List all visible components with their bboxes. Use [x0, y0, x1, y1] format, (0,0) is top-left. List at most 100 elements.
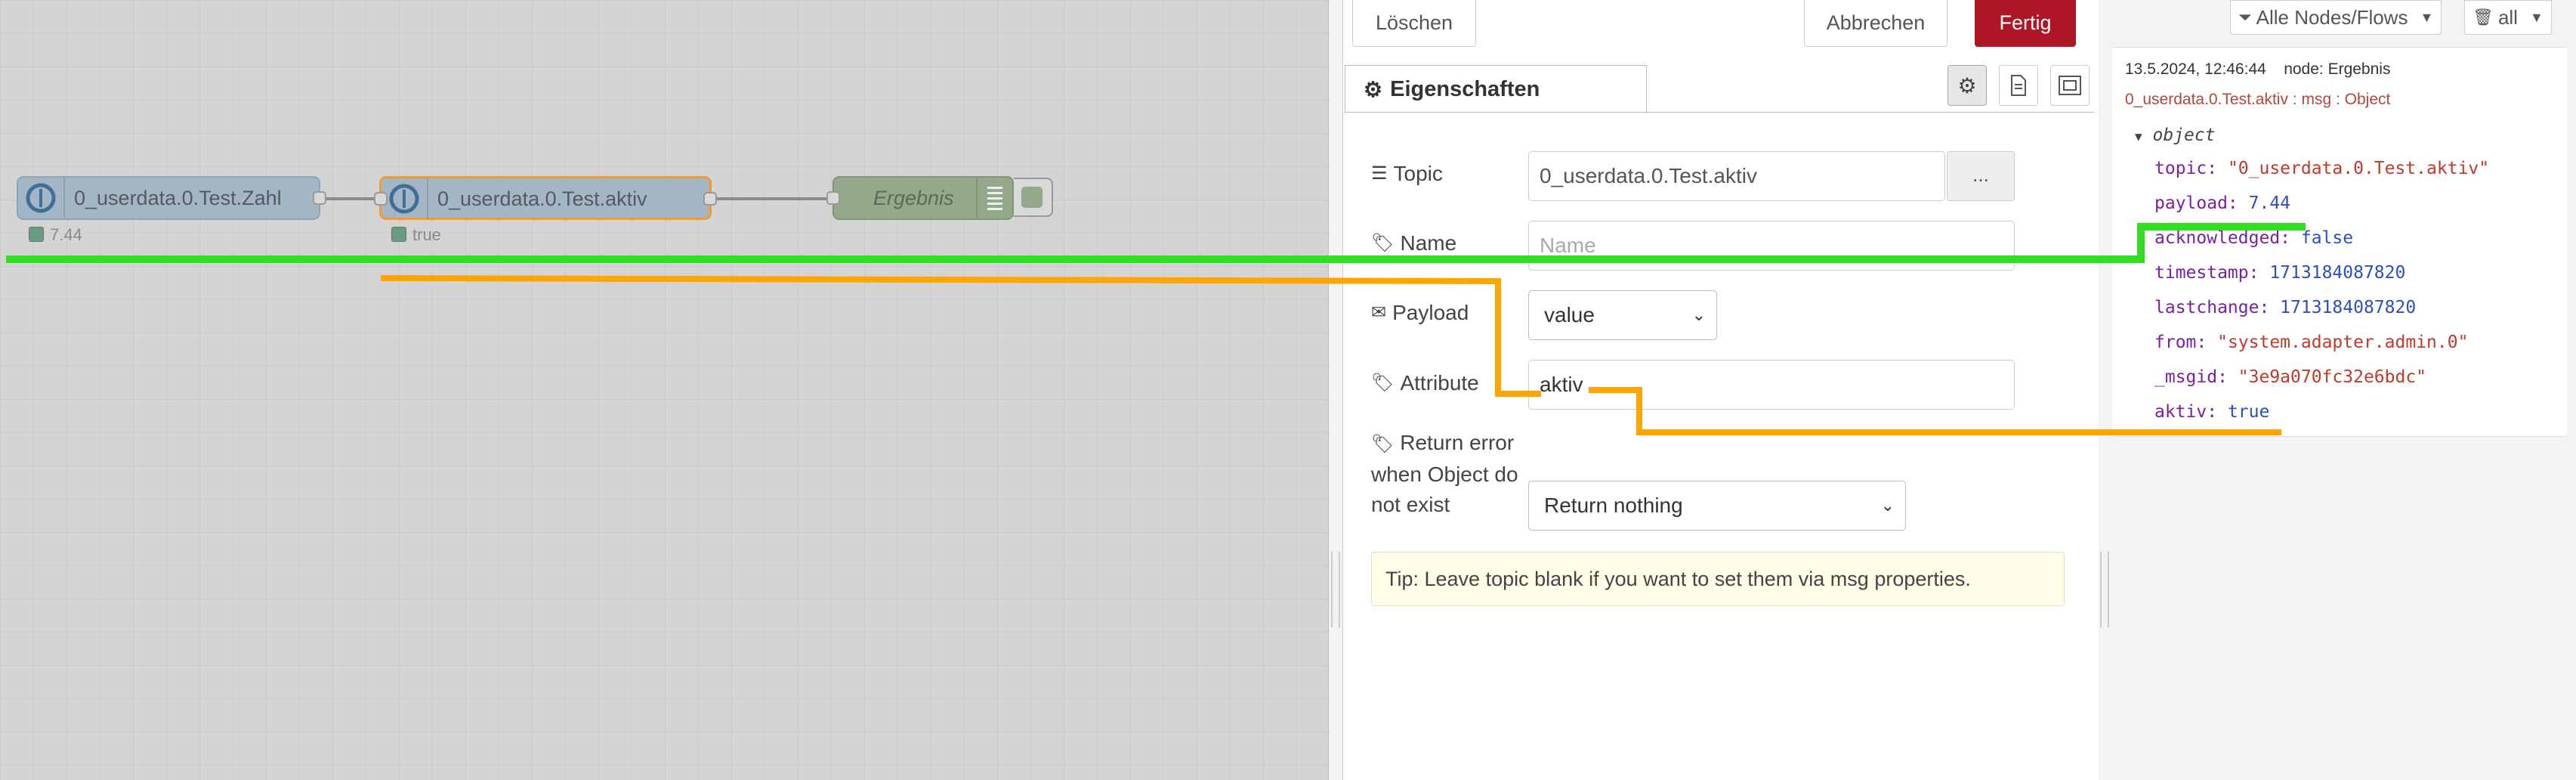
attribute-label-row: 🏷 Attribute — [1371, 368, 1479, 398]
payload-select-value: value — [1544, 303, 1595, 327]
node-status: true — [412, 225, 441, 244]
tab-label: Eigenschaften — [1390, 77, 1540, 101]
done-button[interactable]: Fertig — [1975, 0, 2076, 47]
object-property[interactable]: acknowledged: false — [2154, 228, 2353, 248]
return-error-select[interactable]: Return nothing ⌄ — [1528, 481, 1906, 531]
filter-label: Alle Nodes/Flows — [2256, 5, 2408, 29]
settings-tab-button[interactable]: ⚙ — [1947, 65, 1987, 106]
flow-canvas[interactable]: 0_userdata.0.Test.Zahl 7.44 0_userdata.0… — [0, 0, 1328, 780]
return-error-select-value: Return nothing — [1544, 494, 1683, 517]
sidebar-resize-handle[interactable] — [2100, 552, 2109, 627]
object-tree-root[interactable]: ▼ object — [2135, 125, 2216, 145]
attribute-input[interactable]: aktiv — [1528, 360, 2015, 410]
return-error-line-1: Return error — [1400, 431, 1515, 454]
property-value: true — [2227, 402, 2270, 422]
property-key: from: — [2154, 333, 2218, 352]
property-key: payload: — [2154, 193, 2249, 213]
caret-down-icon: ▼ — [2135, 129, 2142, 144]
description-tab-button[interactable] — [1999, 65, 2038, 106]
property-key: lastchange: — [2154, 298, 2281, 317]
output-port[interactable] — [703, 192, 717, 206]
appearance-tab-button[interactable] — [2050, 65, 2090, 106]
payload-label-row: ✉ Payload — [1371, 298, 1469, 328]
property-key: topic: — [2154, 159, 2228, 178]
property-value: 1713184087820 — [2269, 263, 2406, 283]
debug-list-icon — [976, 178, 1012, 218]
status-dot — [391, 227, 406, 242]
filter-nodes-button[interactable]: ⏷ Alle Nodes/Flows ▼ — [2230, 0, 2442, 35]
property-value: 7.44 — [2248, 193, 2291, 213]
output-port[interactable] — [313, 191, 326, 205]
return-error-label: 🏷 Return error when Object do not exist — [1371, 428, 1518, 520]
attribute-label: Attribute — [1400, 371, 1479, 395]
name-label: Name — [1400, 231, 1457, 255]
object-property[interactable]: timestamp: 1713184087820 — [2154, 263, 2405, 283]
object-type: object — [2152, 125, 2216, 145]
cancel-button[interactable]: Abbrechen — [1804, 0, 1947, 47]
wire-zahl-aktiv[interactable] — [325, 197, 375, 200]
property-value: "system.adapter.admin.0" — [2217, 333, 2469, 352]
list-icon: ☰ — [1371, 163, 1388, 184]
return-error-line-3: not exist — [1371, 493, 1450, 516]
property-key: acknowledged: — [2154, 228, 2301, 248]
topic-label: Topic — [1393, 162, 1443, 185]
property-key: aktiv: — [2154, 402, 2228, 422]
flow-node-ergebnis[interactable]: Ergebnis — [826, 176, 1014, 220]
object-property[interactable]: aktiv: true — [2154, 402, 2269, 422]
node-label: 0_userdata.0.Test.aktiv — [437, 187, 647, 210]
chevron-down-icon: ⌄ — [1691, 305, 1706, 324]
debug-message-header: 13.5.2024, 12:46:44 node: Ergebnis — [2125, 60, 2390, 79]
node-label: Ergebnis — [873, 187, 954, 209]
object-property[interactable]: payload: 7.44 — [2154, 193, 2290, 213]
clear-label: all — [2497, 5, 2518, 29]
editor-resize-handle[interactable] — [1331, 552, 1340, 627]
delete-button[interactable]: Löschen — [1352, 0, 1476, 47]
gear-icon: ⚙ — [1957, 73, 1977, 98]
debug-toggle-button[interactable] — [1014, 178, 1053, 217]
topic-input[interactable]: 0_userdata.0.Test.aktiv — [1528, 151, 1945, 201]
chevron-down-icon: ⌄ — [1880, 496, 1895, 515]
iobroker-icon — [26, 183, 56, 213]
appearance-icon — [2059, 76, 2081, 95]
message-timestamp: 13.5.2024, 12:46:44 — [2125, 60, 2266, 78]
clear-messages-button[interactable]: 🗑 all ▼ — [2464, 0, 2552, 35]
document-icon — [2011, 75, 2026, 96]
payload-select[interactable]: value ⌄ — [1528, 290, 1717, 340]
object-property[interactable]: lastchange: 1713184087820 — [2154, 298, 2416, 317]
property-value: "0_userdata.0.Test.aktiv" — [2227, 159, 2490, 178]
node-icon-cell — [381, 178, 428, 219]
gear-icon: ⚙ — [1364, 78, 1383, 101]
node-label: 0_userdata.0.Test.Zahl — [74, 187, 282, 209]
envelope-icon: ✉ — [1371, 302, 1387, 323]
return-error-line-2: when Object do — [1371, 463, 1518, 486]
topic-label-row: ☰ Topic — [1371, 159, 1443, 189]
message-path: 0_userdata.0.Test.aktiv : msg : Object — [2125, 91, 2391, 108]
property-value: false — [2300, 228, 2354, 248]
tag-icon: 🏷 — [1371, 233, 1395, 253]
name-input[interactable]: Name — [1528, 221, 2015, 271]
tip-box: Tip: Leave topic blank if you want to se… — [1371, 552, 2065, 606]
topic-browse-button[interactable]: ... — [1947, 151, 2015, 201]
flow-node-zahl[interactable]: 0_userdata.0.Test.Zahl — [17, 176, 326, 220]
node-icon-cell — [18, 178, 65, 218]
iobroker-icon — [389, 184, 419, 214]
object-property[interactable]: _msgid: "3e9a070fc32e6bdc" — [2154, 367, 2426, 387]
property-value: "3e9a070fc32e6bdc" — [2238, 367, 2427, 387]
status-dot — [29, 227, 44, 242]
input-port[interactable] — [826, 191, 840, 205]
message-node[interactable]: node: Ergebnis — [2284, 60, 2390, 78]
tab-divider — [1345, 112, 2094, 113]
wire-aktiv-ergebnis[interactable] — [713, 197, 832, 200]
property-key: _msgid: — [2154, 367, 2238, 387]
tab-properties[interactable]: ⚙ Eigenschaften — [1345, 65, 1647, 113]
property-value: 1713184087820 — [2280, 298, 2417, 317]
object-property[interactable]: topic: "0_userdata.0.Test.aktiv" — [2154, 159, 2489, 178]
tag-icon: 🏷 — [1371, 434, 1395, 454]
payload-label: Payload — [1392, 301, 1469, 324]
caret-down-icon: ▼ — [2529, 9, 2544, 25]
filter-icon: ⏷ — [2238, 8, 2252, 26]
object-property[interactable]: from: "system.adapter.admin.0" — [2154, 333, 2468, 352]
name-label-row: 🏷 Name — [1371, 228, 1456, 258]
flow-node-aktiv[interactable]: 0_userdata.0.Test.aktiv — [374, 176, 717, 220]
caret-down-icon: ▼ — [2420, 9, 2434, 25]
